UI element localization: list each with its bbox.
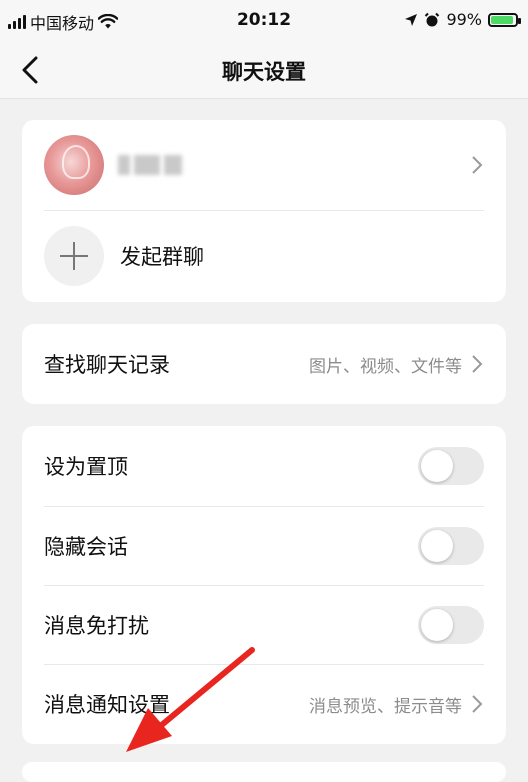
nav-bar: 聊天设置: [0, 42, 528, 99]
toggle-knob: [421, 529, 453, 562]
mute-row: 消息免打扰: [22, 585, 506, 664]
divider: [44, 210, 484, 211]
battery-level: [491, 15, 513, 24]
battery-percent: 99%: [446, 10, 482, 29]
status-bar: 中国移动 20:12 99%: [0, 0, 528, 42]
status-right: 99%: [404, 10, 521, 29]
search-history-row[interactable]: 查找聊天记录 图片、视频、文件等: [22, 324, 506, 404]
add-member-icon[interactable]: [44, 226, 104, 286]
divider: [44, 506, 484, 507]
pin-label: 设为置顶: [44, 455, 128, 479]
location-arrow-icon: [405, 13, 418, 26]
notify-row[interactable]: 消息通知设置 消息预览、提示音等: [22, 664, 506, 744]
hide-toggle[interactable]: [418, 526, 484, 565]
hide-row: 隐藏会话: [22, 506, 506, 585]
divider: [44, 585, 484, 586]
start-group-chat-row[interactable]: 发起群聊: [22, 210, 506, 302]
chevron-right-icon: [472, 695, 483, 713]
next-card: [22, 762, 506, 782]
members-card: 发起群聊: [22, 120, 506, 302]
pin-toggle[interactable]: [418, 447, 484, 485]
chevron-right-icon: [472, 355, 483, 373]
battery-icon: [488, 12, 521, 27]
pin-row: 设为置顶: [22, 426, 506, 506]
toggle-knob: [421, 450, 453, 482]
avatar[interactable]: [44, 135, 104, 195]
search-history-label: 查找聊天记录: [44, 353, 170, 377]
divider: [44, 664, 484, 665]
mute-toggle[interactable]: [418, 605, 484, 644]
alarm-icon: [425, 12, 440, 26]
hide-label: 隐藏会话: [44, 534, 128, 559]
settings-card: 设为置顶 隐藏会话 消息免打扰 消息通知设置 消息预览、提示音等: [22, 426, 506, 744]
start-group-chat-label: 发起群聊: [120, 245, 204, 269]
page-title: 聊天设置: [222, 60, 306, 84]
chevron-right-icon: [472, 156, 483, 174]
contact-name-blurred: [118, 155, 462, 175]
notify-label: 消息通知设置: [44, 693, 170, 717]
toggle-knob: [421, 608, 453, 641]
mute-label: 消息免打扰: [44, 613, 149, 638]
notify-hint: 消息预览、提示音等: [309, 696, 462, 717]
search-history-card: 查找聊天记录 图片、视频、文件等: [22, 324, 506, 404]
search-history-hint: 图片、视频、文件等: [309, 356, 462, 377]
contact-row[interactable]: [22, 120, 506, 210]
